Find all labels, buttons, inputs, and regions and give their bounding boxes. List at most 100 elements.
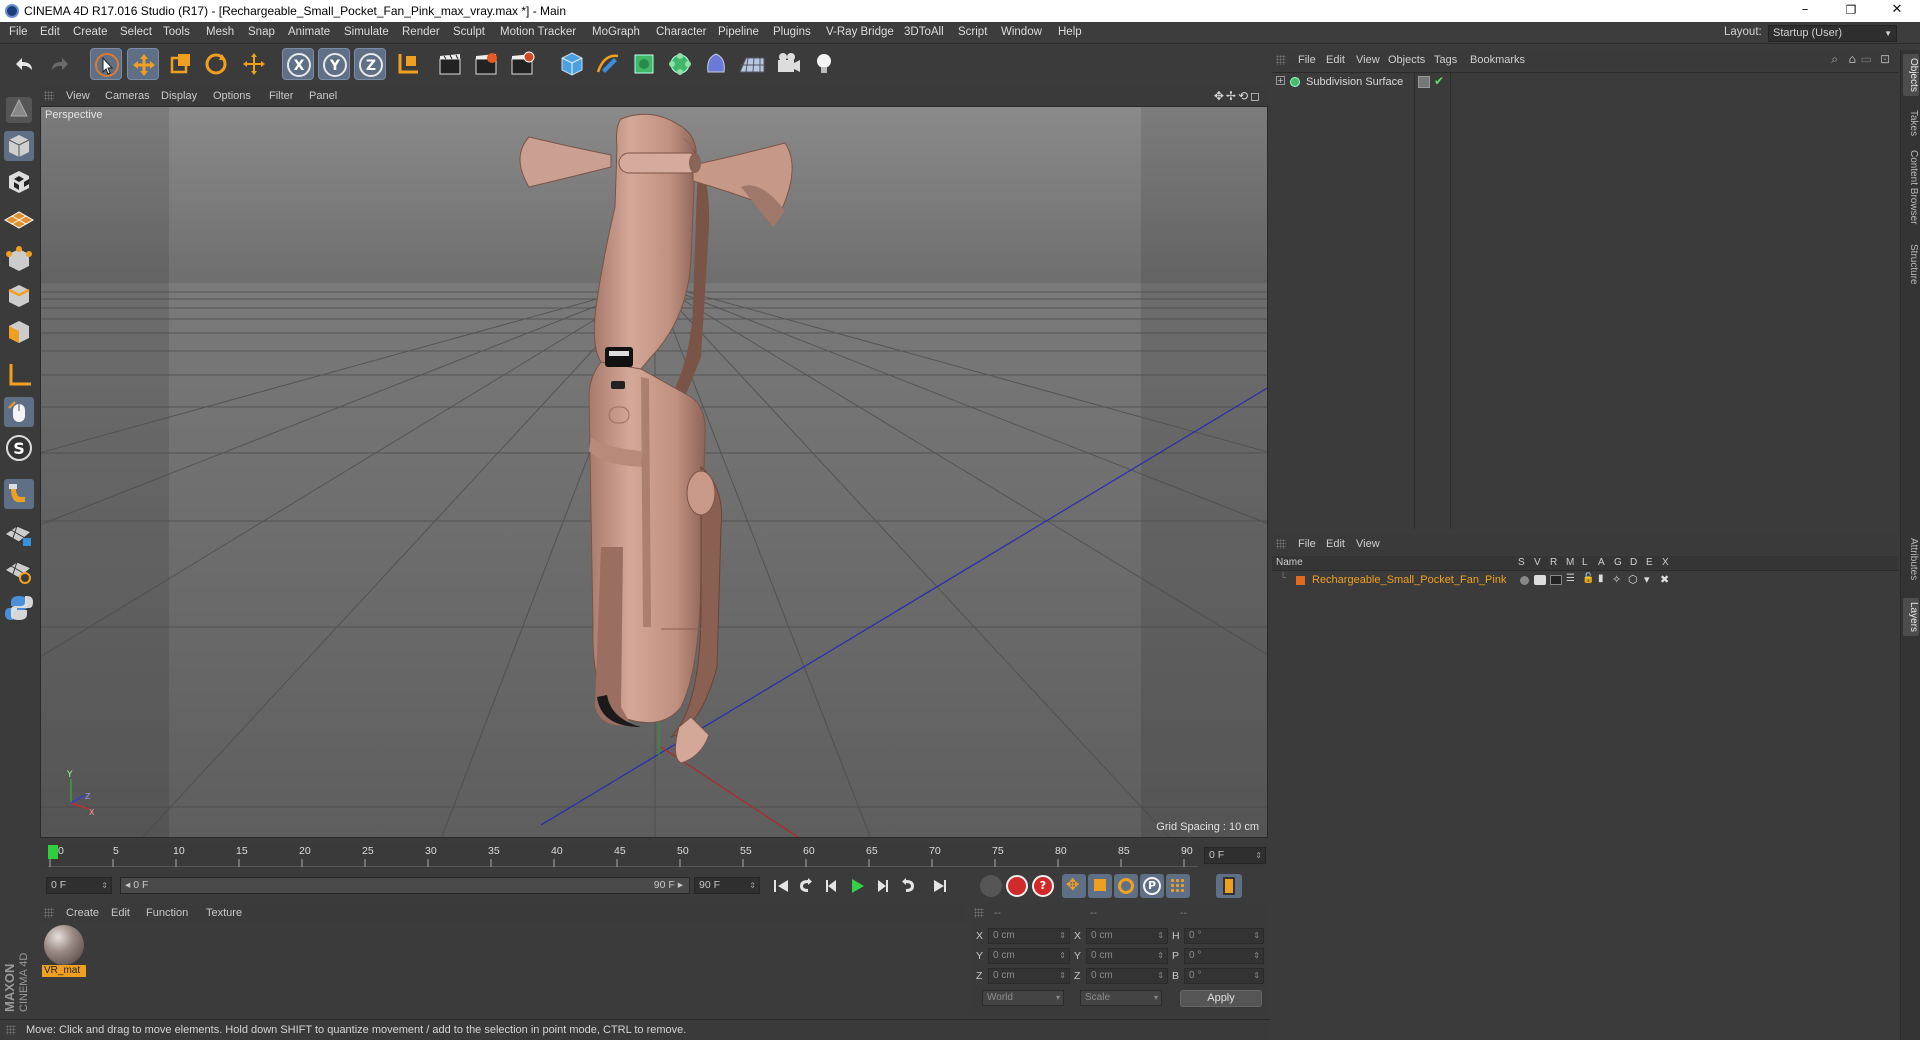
render-settings-button[interactable] bbox=[506, 48, 538, 80]
rotation-p-field[interactable]: 0 ° ⇕ bbox=[1184, 948, 1264, 964]
material-menu-edit[interactable]: Edit bbox=[111, 907, 130, 919]
edges-mode-button[interactable] bbox=[3, 280, 35, 312]
enable-snap-button[interactable] bbox=[3, 478, 35, 510]
go-to-end-button[interactable] bbox=[934, 880, 946, 892]
x-axis-button[interactable]: X bbox=[282, 48, 314, 80]
menu-motion-tracker[interactable]: Motion Tracker bbox=[500, 26, 576, 38]
render-clapper-icon[interactable] bbox=[1550, 575, 1562, 585]
key-point-level-button[interactable] bbox=[1166, 874, 1190, 898]
tab-attributes[interactable]: Attributes bbox=[1903, 534, 1919, 584]
column-visible[interactable]: V bbox=[1534, 557, 1541, 568]
y-axis-button[interactable]: Y bbox=[318, 48, 350, 80]
viewport-menu-view[interactable]: View bbox=[66, 90, 90, 102]
add-spline-button[interactable] bbox=[592, 48, 624, 80]
column-solo[interactable]: S bbox=[1518, 557, 1525, 568]
menu-window[interactable]: Window bbox=[1001, 26, 1042, 38]
menu-create[interactable]: Create bbox=[73, 26, 108, 38]
object-row[interactable]: + Subdivision Surface ✔ bbox=[1272, 74, 1898, 91]
record-active-objects-button[interactable] bbox=[1006, 875, 1028, 897]
expression-icon[interactable]: ▾ bbox=[1644, 573, 1650, 586]
layer-color-swatch[interactable] bbox=[1296, 576, 1305, 585]
tab-content-browser[interactable]: Content Browser bbox=[1903, 146, 1919, 228]
texture-mode-button[interactable] bbox=[3, 166, 35, 198]
add-light-button[interactable] bbox=[808, 48, 840, 80]
position-y-field[interactable]: 0 cm ⇕ bbox=[988, 948, 1070, 964]
move-tool-button[interactable] bbox=[127, 48, 159, 80]
grip-handle-icon[interactable] bbox=[974, 908, 984, 918]
grip-handle-icon[interactable] bbox=[1276, 539, 1286, 549]
snap-button[interactable]: S bbox=[3, 432, 35, 464]
grip-handle-icon[interactable] bbox=[44, 91, 54, 101]
viewport-camera-label[interactable]: Perspective bbox=[45, 109, 102, 121]
menu-plugins[interactable]: Plugins bbox=[773, 26, 811, 38]
locked-workplane-button[interactable] bbox=[3, 518, 35, 550]
menu-sculpt[interactable]: Sculpt bbox=[453, 26, 485, 38]
perspective-viewport[interactable]: Y X Z Perspective Grid Spacing : 10 cm bbox=[40, 106, 1268, 838]
tab-objects[interactable]: Objects bbox=[1903, 54, 1919, 96]
go-to-next-key-button[interactable] bbox=[902, 878, 914, 892]
python-button[interactable] bbox=[3, 592, 35, 624]
column-expressions[interactable]: E bbox=[1646, 557, 1653, 568]
go-to-previous-key-button[interactable] bbox=[800, 878, 812, 892]
eye-visibility-icon[interactable] bbox=[1534, 575, 1546, 585]
column-manager[interactable]: M bbox=[1566, 557, 1574, 568]
column-generators[interactable]: G bbox=[1614, 557, 1622, 568]
redo-button[interactable] bbox=[44, 48, 76, 80]
viewport-menu-display[interactable]: Display bbox=[161, 90, 197, 102]
recent-tool-button[interactable] bbox=[238, 48, 270, 80]
live-selection-button[interactable] bbox=[90, 48, 122, 80]
menu-pipeline[interactable]: Pipeline bbox=[718, 26, 759, 38]
xref-icon[interactable]: ✖ bbox=[1660, 573, 1669, 586]
column-name[interactable]: Name bbox=[1276, 557, 1303, 568]
timeline-ruler[interactable]: 0 5 10 15 20 25 30 35 40 45 50 55 60 65 … bbox=[40, 843, 1268, 869]
go-to-start-button[interactable] bbox=[774, 880, 788, 892]
new-panel-icon[interactable]: ⊡ bbox=[1880, 52, 1890, 66]
menu-render[interactable]: Render bbox=[402, 26, 440, 38]
menu-edit[interactable]: Edit bbox=[40, 26, 60, 38]
object-menu-tags[interactable]: Tags bbox=[1434, 54, 1457, 66]
previous-frame-button[interactable] bbox=[826, 880, 836, 892]
viewport-menu-filter[interactable]: Filter bbox=[269, 90, 293, 102]
minimize-button[interactable]: – bbox=[1782, 0, 1828, 22]
viewport-navigation-icons[interactable]: ✥✢⟲◻ bbox=[1214, 89, 1262, 103]
material-menu-function[interactable]: Function bbox=[146, 907, 188, 919]
tweak-mode-button[interactable] bbox=[3, 396, 35, 428]
column-animation[interactable]: A bbox=[1598, 557, 1605, 568]
end-frame-field[interactable]: 90 F ⇕ bbox=[694, 877, 760, 894]
column-deformers[interactable]: D bbox=[1630, 557, 1637, 568]
viewport-menu-panel[interactable]: Panel bbox=[309, 90, 337, 102]
column-xref[interactable]: X bbox=[1662, 557, 1669, 568]
grip-handle-icon[interactable] bbox=[44, 908, 54, 918]
menu-tools[interactable]: Tools bbox=[163, 26, 190, 38]
record-keys-off-button[interactable] bbox=[980, 875, 1002, 897]
scale-tool-button[interactable] bbox=[164, 48, 196, 80]
autokeying-help-icon[interactable]: ? bbox=[1032, 875, 1054, 897]
size-y-field[interactable]: 0 cm ⇕ bbox=[1086, 948, 1168, 964]
rotation-h-field[interactable]: 0 ° ⇕ bbox=[1184, 928, 1264, 944]
menu-3dtoall[interactable]: 3DToAll bbox=[904, 26, 944, 38]
size-x-field[interactable]: 0 cm ⇕ bbox=[1086, 928, 1168, 944]
position-z-field[interactable]: 0 cm ⇕ bbox=[988, 968, 1070, 984]
rotate-tool-button[interactable] bbox=[200, 48, 232, 80]
generator-icon[interactable]: ✧ bbox=[1612, 573, 1621, 586]
key-rotation-button[interactable] bbox=[1114, 874, 1138, 898]
apply-button[interactable]: Apply bbox=[1180, 990, 1262, 1007]
key-position-button[interactable]: ✥ bbox=[1062, 874, 1086, 898]
rotation-b-field[interactable]: 0 ° ⇕ bbox=[1184, 968, 1264, 984]
add-cube-button[interactable] bbox=[556, 48, 588, 80]
frame-range-slider[interactable]: ◂ 0 F 90 F ▸ bbox=[120, 877, 690, 894]
menu-character[interactable]: Character bbox=[656, 26, 707, 38]
timeline-window-button[interactable] bbox=[1216, 874, 1242, 898]
object-menu-edit[interactable]: Edit bbox=[1326, 54, 1345, 66]
material-menu-texture[interactable]: Texture bbox=[206, 907, 242, 919]
current-frame-field[interactable]: 0 F ⇕ bbox=[1204, 847, 1266, 864]
menu-animate[interactable]: Animate bbox=[288, 26, 330, 38]
layer-menu-view[interactable]: View bbox=[1356, 538, 1380, 550]
deformer-icon[interactable]: ⬡ bbox=[1628, 573, 1638, 586]
size-z-field[interactable]: 0 cm ⇕ bbox=[1086, 968, 1168, 984]
start-frame-field[interactable]: 0 F ⇕ bbox=[46, 877, 112, 894]
manager-list-icon[interactable]: ☰ bbox=[1566, 573, 1575, 584]
add-nurbs-button[interactable] bbox=[628, 48, 660, 80]
layer-row[interactable]: └ Rechargeable_Small_Pocket_Fan_Pink ☰ 🔓… bbox=[1272, 573, 1898, 589]
add-camera-button[interactable] bbox=[772, 48, 804, 80]
